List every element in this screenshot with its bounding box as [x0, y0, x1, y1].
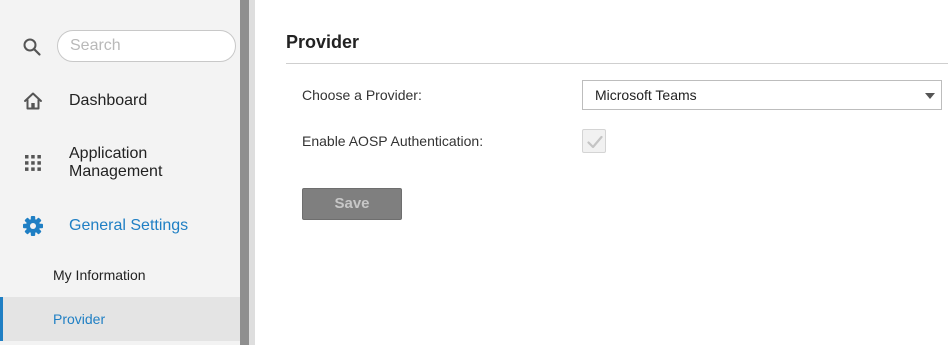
sidebar-subitem-label: Provider — [53, 311, 106, 327]
aosp-checkbox[interactable] — [582, 129, 606, 153]
home-icon — [22, 90, 44, 112]
sidebar-item-dashboard[interactable]: Dashboard — [0, 84, 240, 118]
aosp-label: Enable AOSP Authentication: — [302, 133, 484, 149]
search-input[interactable] — [57, 30, 236, 62]
provider-select[interactable]: Microsoft Teams — [582, 80, 942, 110]
gear-icon — [22, 215, 44, 237]
provider-select-value: Microsoft Teams — [595, 87, 697, 103]
sidebar-resize-handle[interactable] — [240, 0, 249, 345]
chevron-down-icon — [925, 93, 935, 99]
sidebar-divider — [249, 0, 255, 345]
check-icon — [587, 135, 603, 149]
page-title: Provider — [286, 32, 360, 52]
app-root: Dashboard Application Management — [0, 0, 948, 345]
save-button[interactable]: Save — [302, 188, 402, 220]
sidebar-subitem-label: My Information — [53, 267, 146, 283]
sidebar-item-application-management[interactable]: Application Management — [0, 138, 240, 188]
active-indicator — [0, 297, 3, 341]
sidebar-item-general-settings[interactable]: General Settings — [0, 208, 240, 244]
sidebar-subitem-provider[interactable]: Provider — [0, 297, 240, 341]
sidebar-item-label: Dashboard — [69, 92, 148, 109]
search-icon[interactable] — [22, 37, 42, 57]
sidebar-subitem-my-information[interactable]: My Information — [0, 253, 240, 297]
sidebar-item-label: Application Management — [69, 145, 163, 180]
sidebar-search — [0, 30, 240, 62]
provider-label: Choose a Provider: — [302, 87, 422, 103]
sidebar-item-label: General Settings — [69, 217, 189, 234]
apps-grid-icon — [22, 152, 44, 174]
sidebar: Dashboard Application Management — [0, 0, 240, 345]
title-divider — [286, 63, 948, 64]
